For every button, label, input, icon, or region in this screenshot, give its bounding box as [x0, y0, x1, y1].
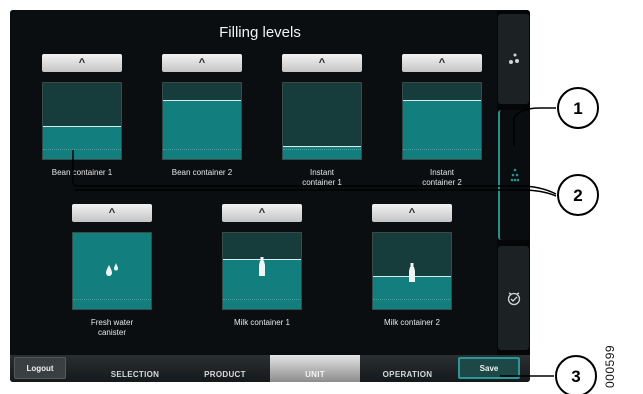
minimum-level-line — [163, 149, 241, 150]
container-label-line: container 1 — [302, 178, 342, 187]
callout-1: 1 — [573, 99, 582, 118]
level-fill — [43, 125, 121, 159]
sidebar-tab-rinse[interactable] — [498, 14, 529, 104]
raise-level-button[interactable]: ^ — [402, 54, 482, 72]
level-gauge[interactable] — [42, 82, 122, 160]
level-gauge[interactable] — [162, 82, 242, 160]
container-label-line: Milk container 2 — [383, 318, 441, 327]
container-label-line: Milk container 1 — [233, 318, 291, 327]
minimum-level-line — [403, 149, 481, 150]
level-gauge[interactable] — [372, 232, 452, 310]
raise-level-button[interactable]: ^ — [162, 54, 242, 72]
container-label: Bean container 2 — [142, 168, 262, 178]
caret-up-icon: ^ — [408, 206, 416, 219]
minimum-level-line — [223, 299, 301, 300]
caret-up-icon: ^ — [318, 56, 326, 69]
water-drops-icon — [508, 53, 519, 64]
caret-up-icon: ^ — [108, 206, 116, 219]
caret-up-icon: ^ — [198, 56, 206, 69]
raise-level-button[interactable]: ^ — [42, 54, 122, 72]
callout-2: 2 — [573, 186, 582, 205]
level-gauge[interactable] — [282, 82, 362, 160]
callout-3: 3 — [571, 367, 580, 386]
minimum-level-line — [73, 299, 151, 300]
tab-unit[interactable]: UNIT — [270, 355, 360, 382]
raise-level-button[interactable]: ^ — [372, 204, 452, 222]
level-gauge[interactable] — [222, 232, 302, 310]
timer-check-icon — [507, 292, 520, 306]
machine-display: Filling levels ^ Bean container 1 ^ Bean co… — [10, 10, 530, 382]
raise-level-button[interactable]: ^ — [72, 204, 152, 222]
level-gauge[interactable] — [402, 82, 482, 160]
dosage-dots-icon — [510, 168, 519, 182]
filling-levels-panel: Filling levels ^ Bean container 1 ^ Bean co… — [10, 10, 497, 355]
caret-up-icon: ^ — [258, 206, 266, 219]
level-fill — [403, 99, 481, 159]
minimum-level-line — [373, 299, 451, 300]
bottom-navigation: Logout SELECTION PRODUCT UNIT OPERATION … — [10, 355, 530, 382]
page-title: Filling levels — [219, 24, 301, 41]
figure-code: 000599 — [603, 344, 617, 388]
logout-button[interactable]: Logout — [14, 357, 66, 379]
level-gauge[interactable] — [72, 232, 152, 310]
sidebar-tab-filling-levels[interactable] — [498, 110, 529, 240]
caret-up-icon: ^ — [438, 56, 446, 69]
sidebar-tab-timer[interactable] — [498, 246, 529, 350]
caret-up-icon: ^ — [78, 56, 86, 69]
container-label: Instant container 2 — [382, 168, 502, 188]
container-label-line: canister — [97, 328, 126, 337]
minimum-level-line — [43, 149, 121, 150]
minimum-level-line — [283, 149, 361, 150]
container-label: Bean container 1 — [22, 168, 142, 178]
container-label-line: container 2 — [422, 178, 462, 187]
milk-bottle-icon — [223, 257, 301, 282]
container-label-line: Bean container 1 — [51, 168, 113, 177]
tab-operation[interactable]: OPERATION — [360, 355, 455, 382]
save-button[interactable]: Save — [458, 357, 520, 379]
level-fill — [163, 99, 241, 159]
raise-level-button[interactable]: ^ — [222, 204, 302, 222]
container-label: Milk container 2 — [352, 318, 472, 328]
raise-level-button[interactable]: ^ — [282, 54, 362, 72]
milk-bottle-icon — [373, 263, 451, 288]
container-label: Instant container 1 — [262, 168, 382, 188]
container-label-line: Bean container 2 — [171, 168, 233, 177]
container-label: Fresh water canister — [52, 318, 172, 338]
sidebar — [497, 10, 530, 355]
tab-selection[interactable]: SELECTION — [90, 355, 180, 382]
container-label: Milk container 1 — [202, 318, 322, 328]
container-label-line: Fresh water — [90, 318, 134, 327]
container-label-line: Instant — [309, 168, 334, 177]
container-label-line: Instant — [429, 168, 454, 177]
tab-product[interactable]: PRODUCT — [180, 355, 270, 382]
water-drops-icon — [73, 263, 151, 282]
